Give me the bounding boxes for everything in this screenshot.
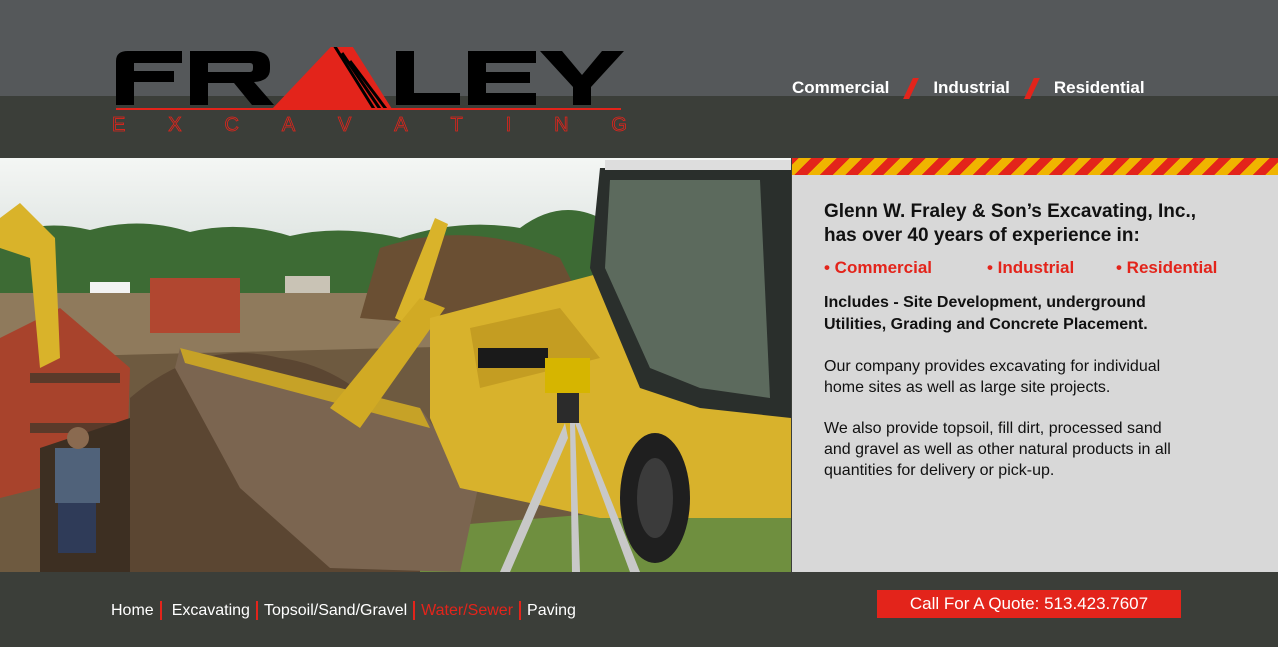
backhoe-excavation-photo (0, 158, 791, 572)
paragraph-line: quantities for delivery or pick-up. (824, 462, 1055, 479)
top-nav-slash-separator (1026, 78, 1038, 98)
service-industrial: • Industrial (987, 258, 1075, 277)
footer: Home Excavating Topsoil/Sand/Gravel Wate… (0, 572, 1278, 647)
footer-separator (255, 601, 258, 620)
services-list: • Commercial • Industrial • Residential (824, 258, 1254, 278)
paragraph-line: We also provide topsoil, fill dirt, proc… (824, 420, 1162, 437)
top-nav: Commercial Industrial Residential (792, 78, 1145, 98)
top-nav-commercial[interactable]: Commercial (792, 78, 889, 98)
top-nav-residential[interactable]: Residential (1054, 78, 1145, 98)
footer-link-paving[interactable]: Paving (527, 602, 576, 620)
company-paragraph: Our company provides excavating for indi… (824, 356, 1254, 398)
paragraph-line: Our company provides excavating for indi… (824, 358, 1161, 375)
footer-link-water-sewer[interactable]: Water/Sewer (421, 602, 513, 620)
footer-separator (159, 601, 162, 620)
service-commercial: • Commercial (824, 258, 932, 277)
top-nav-industrial[interactable]: Industrial (933, 78, 1010, 98)
footer-separator (519, 601, 522, 620)
logo-wordmark (116, 47, 624, 110)
paragraph-line: home sites as well as large site project… (824, 379, 1111, 396)
page: EXCAVATING Commercial Industrial Residen… (0, 0, 1278, 647)
headline: Glenn W. Fraley & Son’s Excavating, Inc.… (824, 200, 1254, 248)
paragraph-line: and gravel as well as other natural prod… (824, 441, 1171, 458)
includes-line: Utilities, Grading and Concrete Placemen… (824, 316, 1148, 333)
includes-text: Includes - Site Development, underground… (824, 292, 1254, 336)
products-paragraph: We also provide topsoil, fill dirt, proc… (824, 418, 1254, 481)
info-content: Glenn W. Fraley & Son’s Excavating, Inc.… (824, 200, 1254, 481)
headline-line: has over 40 years of experience in: (824, 225, 1140, 246)
logo-tagline: EXCAVATING (112, 114, 628, 137)
footer-link-topsoil[interactable]: Topsoil/Sand/Gravel (264, 602, 407, 620)
service-residential: • Residential (1116, 258, 1218, 277)
fraley-logo[interactable]: EXCAVATING (112, 14, 627, 138)
footer-link-excavating[interactable]: Excavating (172, 602, 250, 620)
footer-link-home[interactable]: Home (111, 602, 154, 620)
top-nav-slash-separator (905, 78, 917, 98)
footer-separator (413, 601, 416, 620)
hazard-stripe (792, 158, 1278, 175)
info-panel: Glenn W. Fraley & Son’s Excavating, Inc.… (792, 158, 1278, 572)
headline-line: Glenn W. Fraley & Son’s Excavating, Inc.… (824, 201, 1197, 222)
call-for-quote-button[interactable]: Call For A Quote: 513.423.7607 (877, 590, 1181, 618)
footer-nav: Home Excavating Topsoil/Sand/Gravel Wate… (111, 601, 576, 620)
includes-line: Includes - Site Development, underground (824, 294, 1146, 311)
